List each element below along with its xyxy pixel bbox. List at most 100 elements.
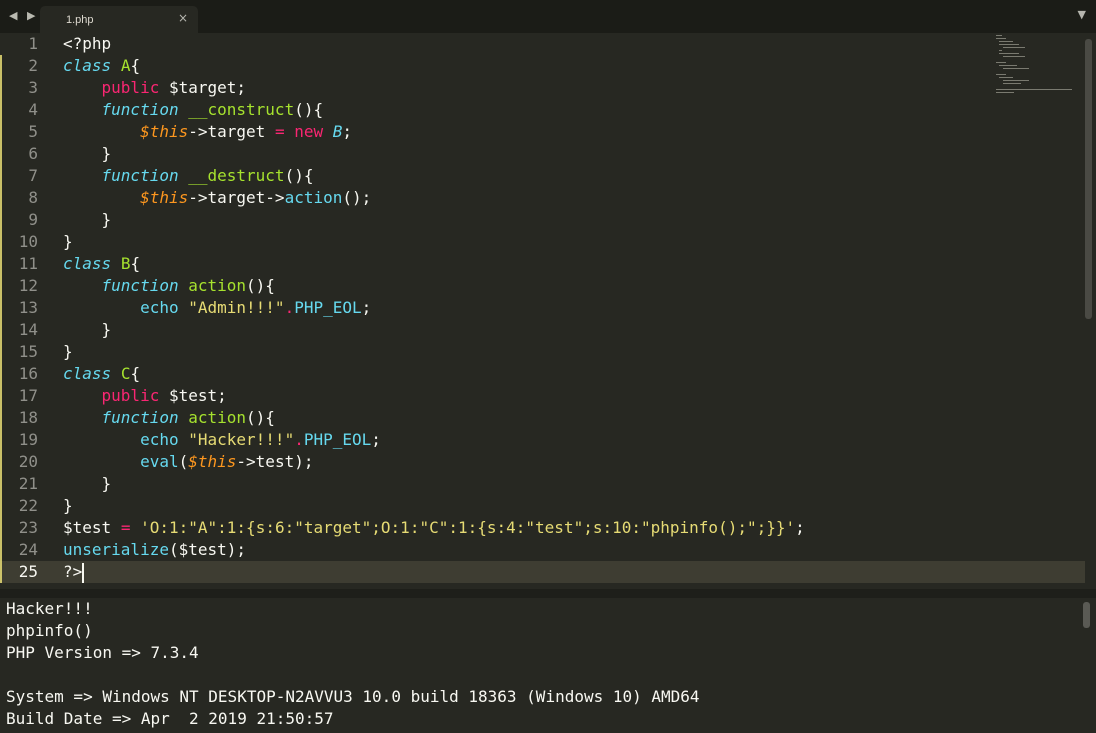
build-output-panel: Hacker!!! phpinfo() PHP Version => 7.3.4…	[0, 598, 1096, 733]
code-line: public $target;	[63, 77, 247, 99]
line-number-gutter: 1 2 3 4 5 6 7 8 9 10 11 12 13 14 15 16 1…	[0, 33, 50, 589]
echo-keyword: echo	[140, 298, 179, 317]
code-line: }	[63, 341, 73, 363]
code-line: }	[63, 209, 112, 231]
brace: {	[130, 364, 141, 383]
function-call: unserialize	[63, 540, 169, 559]
code-line: class A{	[63, 55, 140, 77]
brace: }	[101, 210, 112, 229]
line-number: 23	[18, 518, 38, 537]
modifier: public	[101, 386, 160, 405]
class-name: C	[120, 364, 131, 383]
operator: =	[120, 518, 131, 537]
line-number: 6	[28, 144, 38, 163]
line-number: 7	[28, 166, 38, 185]
member-access: ->target->	[188, 188, 285, 207]
variable: $test	[63, 518, 112, 537]
echo-keyword: echo	[140, 430, 179, 449]
tab-title: 1.php	[66, 14, 94, 26]
output-line: Build Date => Apr 2 2019 21:50:57	[6, 709, 334, 728]
string: "Hacker!!!"	[188, 430, 295, 449]
brace: }	[63, 232, 73, 251]
keyword: class	[63, 56, 112, 75]
brace: }	[63, 342, 73, 361]
eval-call: eval	[140, 452, 179, 471]
punctuation: ;	[342, 122, 353, 141]
punctuation: ();	[342, 188, 372, 207]
minimap[interactable]	[993, 33, 1075, 93]
code-line: echo "Hacker!!!".PHP_EOL;	[63, 429, 381, 451]
property: $test;	[168, 386, 227, 405]
code-line: $this->target = new B;	[63, 121, 352, 143]
function-name: action	[188, 408, 247, 427]
code-line: }	[63, 319, 112, 341]
punctuation: ;	[361, 298, 372, 317]
operator: .	[284, 298, 295, 317]
property: $target;	[168, 78, 247, 97]
line-number: 13	[18, 298, 38, 317]
line-number: 19	[18, 430, 38, 449]
line-number: 8	[28, 188, 38, 207]
keyword: function	[101, 100, 179, 119]
line-number: 2	[28, 56, 38, 75]
code-line: public $test;	[63, 385, 227, 407]
punctuation: (){	[284, 166, 314, 185]
line-number: 3	[28, 78, 38, 97]
code-line: function __destruct(){	[63, 165, 314, 187]
tab-file[interactable]: 1.php ×	[40, 6, 198, 33]
line-number: 11	[18, 254, 38, 273]
line-number: 14	[18, 320, 38, 339]
function-name: __construct	[188, 100, 295, 119]
code-line: echo "Admin!!!".PHP_EOL;	[63, 297, 371, 319]
function-name: __destruct	[188, 166, 285, 185]
punctuation: ;	[795, 518, 805, 537]
close-icon[interactable]: ×	[178, 11, 188, 25]
punctuation: (){	[246, 276, 275, 295]
punctuation: (){	[294, 100, 324, 119]
php-open-tag: <?php	[63, 34, 112, 53]
string: "Admin!!!"	[188, 298, 285, 317]
line-number: 4	[28, 100, 38, 119]
code-line: ?>	[63, 561, 85, 583]
line-number: 1	[28, 34, 38, 53]
line-number: 16	[18, 364, 38, 383]
code-editor[interactable]: 1 2 3 4 5 6 7 8 9 10 11 12 13 14 15 16 1…	[0, 33, 1096, 589]
line-number: 12	[18, 276, 38, 295]
tab-nav-arrows-icon[interactable]: ◀ ▶	[9, 9, 38, 22]
brace: }	[101, 144, 112, 163]
code-line: }	[63, 231, 73, 253]
keyword: class	[63, 364, 112, 383]
output-scrollbar[interactable]	[1083, 602, 1090, 628]
output-line: PHP Version => 7.3.4	[6, 643, 199, 662]
code-line: }	[63, 495, 73, 517]
operator: .	[294, 430, 304, 449]
line-number: 20	[18, 452, 38, 471]
serialized-string: 'O:1:"A":1:{s:6:"target";O:1:"C":1:{s:4:…	[140, 518, 796, 537]
class-ref: B	[332, 122, 343, 141]
constant: PHP_EOL	[303, 430, 372, 449]
current-line-highlight	[0, 561, 1085, 583]
panel-divider[interactable]	[0, 589, 1096, 598]
line-number: 17	[18, 386, 38, 405]
tab-bar: ◀ ▶ 1.php × ▼	[0, 0, 1096, 33]
line-number-active: 25	[18, 562, 38, 581]
this-var: $this	[140, 122, 189, 141]
editor-scrollbar[interactable]	[1085, 39, 1092, 319]
function-name: action	[188, 276, 247, 295]
tab-menu-chevron-down-icon[interactable]: ▼	[1078, 8, 1086, 21]
punctuation: ($test);	[168, 540, 247, 559]
php-close-tag: ?>	[63, 562, 83, 581]
code-line: eval($this->test);	[63, 451, 313, 473]
keyword: function	[101, 166, 179, 185]
code-line: $test = 'O:1:"A":1:{s:6:"target";O:1:"C"…	[63, 517, 805, 539]
code-line: }	[63, 473, 112, 495]
code-line: class B{	[63, 253, 140, 275]
line-number: 9	[28, 210, 38, 229]
brace: }	[101, 320, 112, 339]
line-number: 21	[18, 474, 38, 493]
this-var: $this	[188, 452, 237, 471]
output-line: System => Windows NT DESKTOP-N2AVVU3 10.…	[6, 687, 700, 706]
output-line: Hacker!!!	[6, 599, 93, 618]
member-access: ->target	[188, 122, 275, 141]
punctuation: (){	[246, 408, 275, 427]
